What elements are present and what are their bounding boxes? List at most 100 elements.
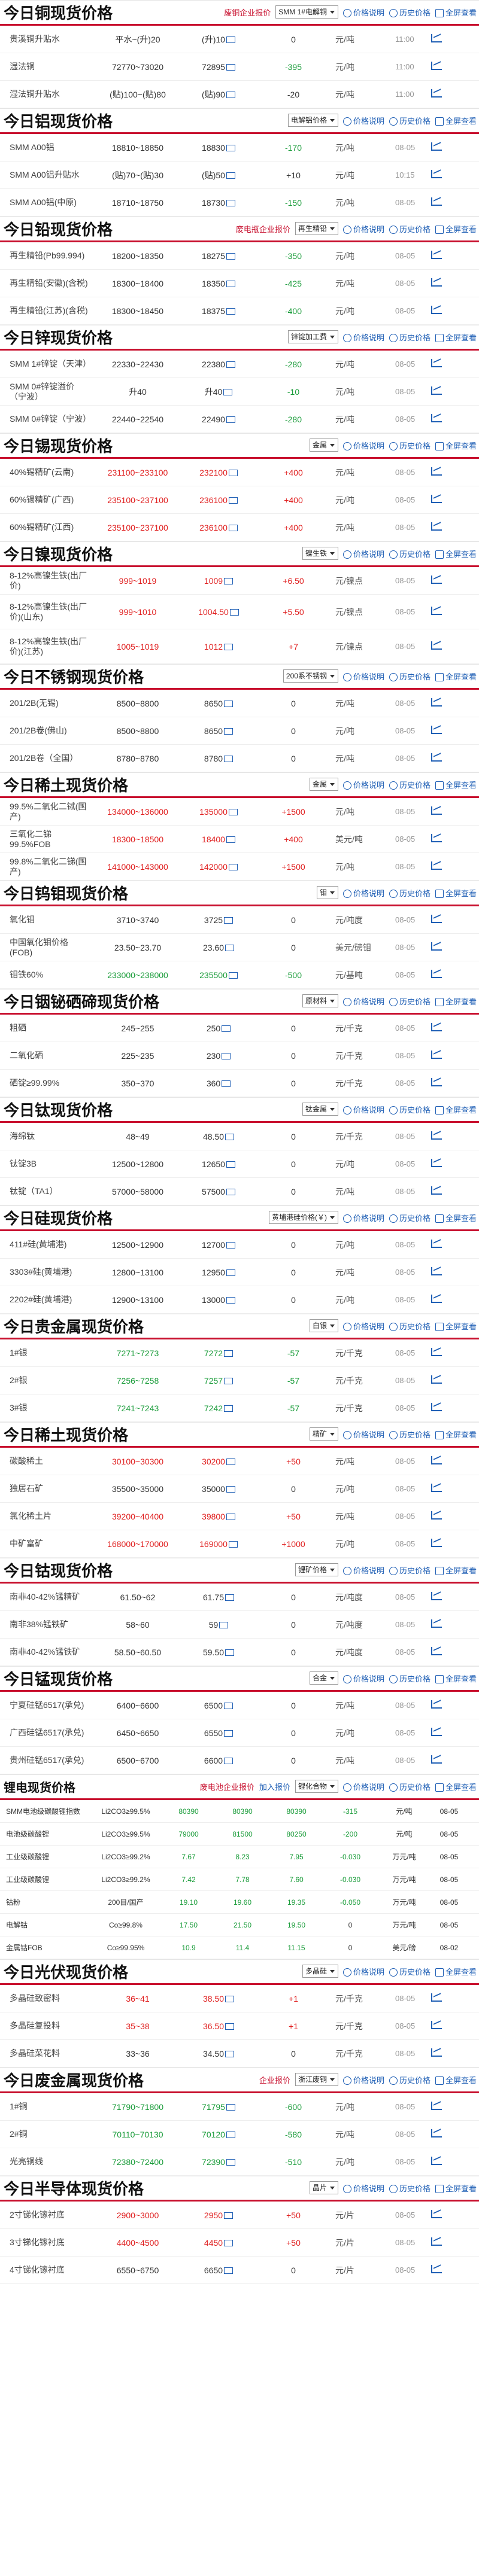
fullscreen-link[interactable]: 全屏查看 <box>435 779 477 790</box>
trend-chart-link[interactable] <box>431 2021 449 2031</box>
fullscreen-link[interactable]: 全屏查看 <box>435 548 477 559</box>
subscribe-icon[interactable] <box>228 497 238 504</box>
trend-chart-link[interactable] <box>431 698 449 708</box>
subscribe-icon[interactable] <box>225 1649 235 1657</box>
category-select[interactable]: 白银 <box>309 1319 338 1332</box>
price-desc-link[interactable]: 价格说明 <box>342 887 384 899</box>
trend-chart-link[interactable] <box>431 641 449 651</box>
history-link[interactable]: 历史价格 <box>389 331 431 343</box>
subscribe-icon[interactable] <box>224 728 234 735</box>
trend-chart-link[interactable] <box>431 834 449 844</box>
subscribe-icon[interactable] <box>219 1622 229 1629</box>
history-link[interactable]: 历史价格 <box>389 2074 431 2085</box>
subscribe-icon[interactable] <box>224 917 234 924</box>
subscribe-icon[interactable] <box>225 1134 235 1141</box>
trend-chart-link[interactable] <box>431 1728 449 1738</box>
category-select[interactable]: 钼 <box>316 886 338 899</box>
subscribe-icon[interactable] <box>226 1269 235 1277</box>
subscribe-icon[interactable] <box>225 2051 235 2058</box>
history-link[interactable]: 历史价格 <box>389 1781 431 1792</box>
subscribe-icon[interactable] <box>228 864 238 871</box>
subscribe-icon[interactable] <box>222 1053 231 1060</box>
category-select[interactable]: 金属 <box>309 778 338 791</box>
trend-chart-link[interactable] <box>431 197 449 208</box>
history-link[interactable]: 历史价格 <box>389 1564 431 1576</box>
category-select[interactable]: 再生精铅 <box>295 222 338 235</box>
trend-chart-link[interactable] <box>431 753 449 763</box>
trend-chart-link[interactable] <box>431 2210 449 2220</box>
join-price-link[interactable]: 加入报价 <box>259 1781 290 1792</box>
fullscreen-link[interactable]: 全屏查看 <box>435 1320 477 1332</box>
category-select[interactable]: 晶片 <box>309 2181 338 2194</box>
history-link[interactable]: 历史价格 <box>389 671 431 682</box>
trend-chart-link[interactable] <box>431 1131 449 1141</box>
category-select[interactable]: 镍生铁 <box>302 547 338 560</box>
subscribe-icon[interactable] <box>224 1378 234 1385</box>
fullscreen-link[interactable]: 全屏查看 <box>435 671 477 682</box>
trend-chart-link[interactable] <box>431 1993 449 2003</box>
subscribe-icon[interactable] <box>226 36 235 44</box>
subscribe-icon[interactable] <box>226 145 235 152</box>
trend-chart-link[interactable] <box>431 170 449 180</box>
subscribe-icon[interactable] <box>225 1594 235 1601</box>
trend-chart-link[interactable] <box>431 1186 449 1196</box>
subscribe-icon[interactable] <box>226 2132 235 2139</box>
subscribe-icon[interactable] <box>226 2159 235 2166</box>
subscribe-icon[interactable] <box>224 1350 234 1357</box>
category-select[interactable]: 浙江废铜 <box>295 2073 338 2086</box>
trend-chart-link[interactable] <box>431 306 449 316</box>
subscribe-icon[interactable] <box>222 1025 231 1033</box>
subscribe-icon[interactable] <box>225 1996 235 2003</box>
price-desc-link[interactable]: 价格说明 <box>342 440 384 451</box>
trend-chart-link[interactable] <box>431 1755 449 1765</box>
category-select[interactable]: 锂矿价格 <box>295 1563 338 1576</box>
category-select[interactable]: 锂化合物 <box>295 1780 338 1793</box>
trend-chart-link[interactable] <box>431 806 449 817</box>
subscribe-icon[interactable] <box>226 1297 235 1304</box>
trend-chart-link[interactable] <box>431 251 449 261</box>
subscribe-icon[interactable] <box>224 2240 234 2247</box>
trend-chart-link[interactable] <box>431 1240 449 1250</box>
history-link[interactable]: 历史价格 <box>389 223 431 235</box>
price-desc-link[interactable]: 价格说明 <box>342 995 384 1007</box>
trend-chart-link[interactable] <box>431 1511 449 1521</box>
subscribe-icon[interactable] <box>228 525 238 532</box>
category-select[interactable]: SMM 1#电解铜 <box>275 5 338 19</box>
category-select[interactable]: 合金 <box>309 1671 338 1685</box>
price-desc-link[interactable]: 价格说明 <box>342 1320 384 1332</box>
category-select[interactable]: 黄埔港硅价格(￥) <box>268 1211 338 1224</box>
trend-chart-link[interactable] <box>431 2102 449 2112</box>
enterprise-quote-link[interactable]: 废铜企业报价 <box>224 7 271 18</box>
trend-chart-link[interactable] <box>431 1348 449 1358</box>
category-select[interactable]: 锌锭加工费 <box>287 330 338 343</box>
fullscreen-link[interactable]: 全屏查看 <box>435 2074 477 2085</box>
subscribe-icon[interactable] <box>226 836 235 844</box>
category-select[interactable]: 钛金属 <box>302 1103 338 1116</box>
trend-chart-link[interactable] <box>431 1078 449 1088</box>
subscribe-icon[interactable] <box>226 2104 235 2111</box>
subscribe-icon[interactable] <box>224 1758 234 1765</box>
enterprise-quote-link[interactable]: 企业报价 <box>259 2074 290 2085</box>
enterprise-quote-link[interactable]: 废电池企业报价 <box>200 1781 254 1792</box>
trend-chart-link[interactable] <box>431 2265 449 2275</box>
subscribe-icon[interactable] <box>226 253 235 260</box>
subscribe-icon[interactable] <box>226 200 235 207</box>
trend-chart-link[interactable] <box>431 942 449 952</box>
trend-chart-link[interactable] <box>431 1403 449 1413</box>
subscribe-icon[interactable] <box>225 945 235 952</box>
subscribe-icon[interactable] <box>224 1405 234 1412</box>
subscribe-icon[interactable] <box>224 2267 234 2274</box>
trend-chart-link[interactable] <box>431 522 449 532</box>
trend-chart-link[interactable] <box>431 1375 449 1386</box>
trend-chart-link[interactable] <box>431 1592 449 1602</box>
category-select[interactable]: 200系不锈钢 <box>283 669 338 683</box>
subscribe-icon[interactable] <box>226 281 235 288</box>
subscribe-icon[interactable] <box>226 1242 235 1249</box>
history-link[interactable]: 历史价格 <box>389 548 431 559</box>
trend-chart-link[interactable] <box>431 2129 449 2139</box>
trend-chart-link[interactable] <box>431 576 449 586</box>
trend-chart-link[interactable] <box>431 467 449 477</box>
history-link[interactable]: 历史价格 <box>389 1104 431 1115</box>
history-link[interactable]: 历史价格 <box>389 887 431 899</box>
history-link[interactable]: 历史价格 <box>389 995 431 1007</box>
